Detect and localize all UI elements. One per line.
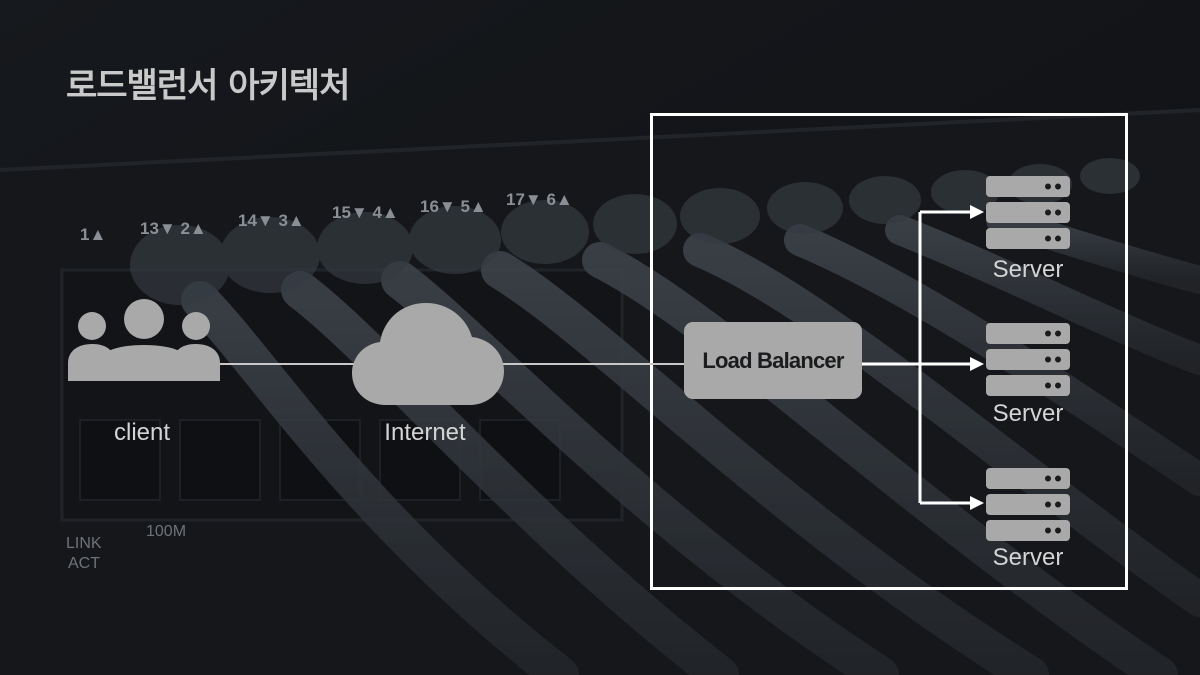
server-label: Server xyxy=(992,256,1064,283)
load-balancer-node: Load Balancer xyxy=(684,322,862,399)
users-icon xyxy=(68,299,220,381)
server-icon xyxy=(986,323,1070,396)
server-label: Server xyxy=(992,400,1064,427)
internet-label: Internet xyxy=(384,419,466,446)
arrow-head-server1 xyxy=(970,205,984,219)
server-icon xyxy=(986,468,1070,541)
client-label: client xyxy=(113,419,171,446)
arrow-head-server2 xyxy=(970,357,984,371)
cloud-icon xyxy=(352,303,504,405)
server-label: Server xyxy=(992,544,1064,571)
server-icon xyxy=(986,176,1070,249)
arrow-head-server3 xyxy=(970,496,984,510)
